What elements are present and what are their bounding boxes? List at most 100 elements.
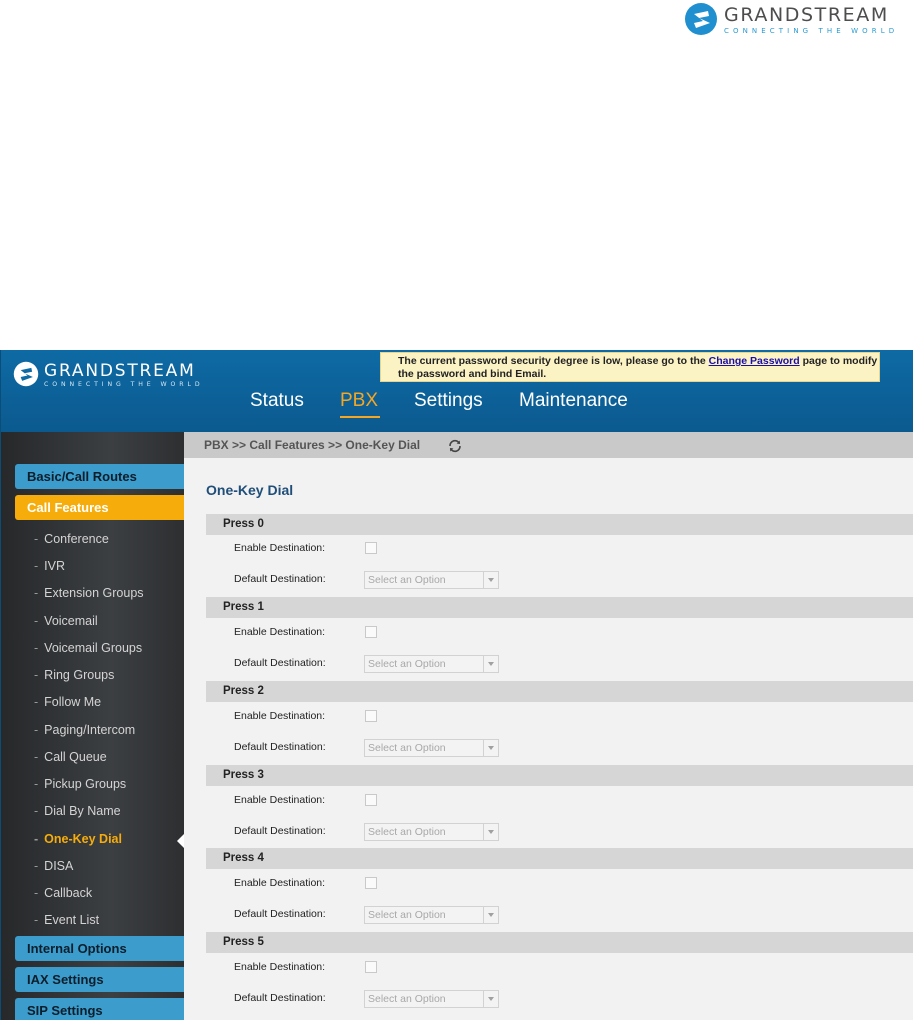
dash-marker: -: [34, 614, 39, 628]
press-2-default-label: Default Destination:: [234, 741, 326, 753]
sidebar-item-label: Conference: [44, 532, 109, 546]
sidebar-item-ivr[interactable]: - IVR: [34, 559, 65, 573]
nav-settings[interactable]: Settings: [414, 390, 483, 412]
sidebar-item-follow-me[interactable]: - Follow Me: [34, 695, 101, 709]
press-0-enable-checkbox[interactable]: [365, 542, 377, 554]
dash-marker: -: [34, 532, 39, 546]
press-5-enable-checkbox[interactable]: [365, 961, 377, 973]
sidebar-item-voicemail-groups[interactable]: - Voicemail Groups: [34, 641, 142, 655]
document-header-logo: GRANDSTREAM CONNECTING THE WORLD: [684, 2, 909, 38]
select-placeholder: Select an Option: [368, 826, 446, 838]
sidebar-item-call-queue[interactable]: - Call Queue: [34, 750, 107, 764]
main-content: PBX >> Call Features >> One-Key Dial One…: [184, 432, 913, 1020]
press-3-destination-select[interactable]: Select an Option: [364, 823, 499, 841]
document-logo-tagline: CONNECTING THE WORLD: [724, 27, 899, 35]
change-password-link[interactable]: Change Password: [709, 355, 800, 367]
press-0-header: Press 0: [206, 514, 913, 535]
press-1-destination-select[interactable]: Select an Option: [364, 655, 499, 673]
notice-text-before: The current password security degree is …: [398, 355, 709, 367]
sidebar-item-one-key-dial[interactable]: - One-Key Dial: [34, 832, 122, 846]
press-4-header: Press 4: [206, 848, 913, 869]
sidebar-item-extension-groups[interactable]: - Extension Groups: [34, 586, 144, 600]
sidebar-item-label: IVR: [44, 559, 66, 573]
sidebar-item-voicemail[interactable]: - Voicemail: [34, 614, 98, 628]
chevron-down-icon: [483, 740, 498, 756]
press-5-destination-select[interactable]: Select an Option: [364, 990, 499, 1008]
sidebar-item-label: Pickup Groups: [44, 777, 127, 791]
nav-maintenance[interactable]: Maintenance: [519, 390, 628, 412]
app-logo-tagline: CONNECTING THE WORLD: [44, 381, 204, 388]
sidebar-item-event-list[interactable]: - Event List: [34, 913, 99, 927]
sidebar-item-label: DISA: [44, 859, 74, 873]
breadcrumb: PBX >> Call Features >> One-Key Dial: [204, 438, 421, 452]
sidebar-section-sip-settings[interactable]: SIP Settings: [15, 998, 184, 1020]
sidebar-section-call-features[interactable]: Call Features: [15, 495, 184, 520]
chevron-down-icon: [483, 656, 498, 672]
dash-marker: -: [34, 777, 39, 791]
active-item-pointer: [177, 834, 184, 848]
sidebar-item-label: Paging/Intercom: [44, 723, 136, 737]
sidebar-item-label: Voicemail: [44, 614, 98, 628]
sidebar-item-pickup-groups[interactable]: - Pickup Groups: [34, 777, 126, 791]
grandstream-logo-icon: [13, 361, 39, 387]
dash-marker: -: [34, 559, 39, 573]
sidebar-item-label: Callback: [44, 886, 93, 900]
sidebar-item-label: Dial By Name: [44, 804, 121, 818]
press-2-enable-checkbox[interactable]: [365, 710, 377, 722]
dash-marker: -: [34, 804, 39, 818]
sidebar-item-disa[interactable]: - DISA: [34, 859, 73, 873]
dash-marker: -: [34, 886, 39, 900]
chevron-down-icon: [483, 907, 498, 923]
dash-marker: -: [34, 832, 39, 846]
sidebar-section-iax-settings[interactable]: IAX Settings: [15, 967, 184, 992]
sidebar-item-callback[interactable]: - Callback: [34, 886, 92, 900]
press-3-default-label: Default Destination:: [234, 825, 326, 837]
select-placeholder: Select an Option: [368, 993, 446, 1005]
press-1-enable-label: Enable Destination:: [234, 626, 326, 638]
select-placeholder: Select an Option: [368, 574, 446, 586]
breadcrumb-bar: PBX >> Call Features >> One-Key Dial: [184, 432, 913, 458]
chevron-down-icon: [483, 572, 498, 588]
dash-marker: -: [34, 668, 39, 682]
press-4-destination-select[interactable]: Select an Option: [364, 906, 499, 924]
sidebar-item-label: Voicemail Groups: [44, 641, 143, 655]
press-5-header: Press 5: [206, 932, 913, 953]
app-logo[interactable]: GRANDSTREAM CONNECTING THE WORLD: [13, 359, 203, 399]
document-logo-name: GRANDSTREAM: [724, 4, 889, 26]
sidebar: Basic/Call Routes Call Features - Confere…: [1, 432, 184, 1020]
sidebar-item-conference[interactable]: - Conference: [34, 532, 109, 546]
press-4-enable-checkbox[interactable]: [365, 877, 377, 889]
select-placeholder: Select an Option: [368, 909, 446, 921]
sidebar-item-label: Call Queue: [44, 750, 107, 764]
app-header: GRANDSTREAM CONNECTING THE WORLD The cur…: [1, 350, 913, 432]
press-3-enable-checkbox[interactable]: [365, 794, 377, 806]
dash-marker: -: [34, 695, 39, 709]
refresh-icon[interactable]: [447, 438, 463, 454]
dash-marker: -: [34, 859, 39, 873]
press-1-enable-checkbox[interactable]: [365, 626, 377, 638]
press-2-enable-label: Enable Destination:: [234, 710, 326, 722]
sidebar-item-ring-groups[interactable]: - Ring Groups: [34, 668, 114, 682]
nav-pbx[interactable]: PBX: [340, 390, 378, 412]
press-4-default-label: Default Destination:: [234, 908, 326, 920]
sidebar-section-basic-call-routes[interactable]: Basic/Call Routes: [15, 464, 184, 489]
sidebar-item-paging-intercom[interactable]: - Paging/Intercom: [34, 723, 135, 737]
sidebar-item-label: Event List: [44, 913, 100, 927]
nav-active-underline: [340, 416, 380, 418]
press-2-header: Press 2: [206, 681, 913, 702]
nav-status[interactable]: Status: [250, 390, 304, 412]
dash-marker: -: [34, 723, 39, 737]
ucm-web-ui: GRANDSTREAM CONNECTING THE WORLD The cur…: [0, 350, 913, 1020]
sidebar-item-dial-by-name[interactable]: - Dial By Name: [34, 804, 121, 818]
press-0-destination-select[interactable]: Select an Option: [364, 571, 499, 589]
press-2-destination-select[interactable]: Select an Option: [364, 739, 499, 757]
dash-marker: -: [34, 586, 39, 600]
press-0-default-label: Default Destination:: [234, 573, 326, 585]
press-5-default-label: Default Destination:: [234, 992, 326, 1004]
chevron-down-icon: [483, 824, 498, 840]
press-4-enable-label: Enable Destination:: [234, 877, 326, 889]
page-title: One-Key Dial: [206, 482, 294, 498]
press-3-header: Press 3: [206, 765, 913, 786]
sidebar-section-internal-options[interactable]: Internal Options: [15, 936, 184, 961]
grandstream-logo-icon: [685, 3, 717, 35]
